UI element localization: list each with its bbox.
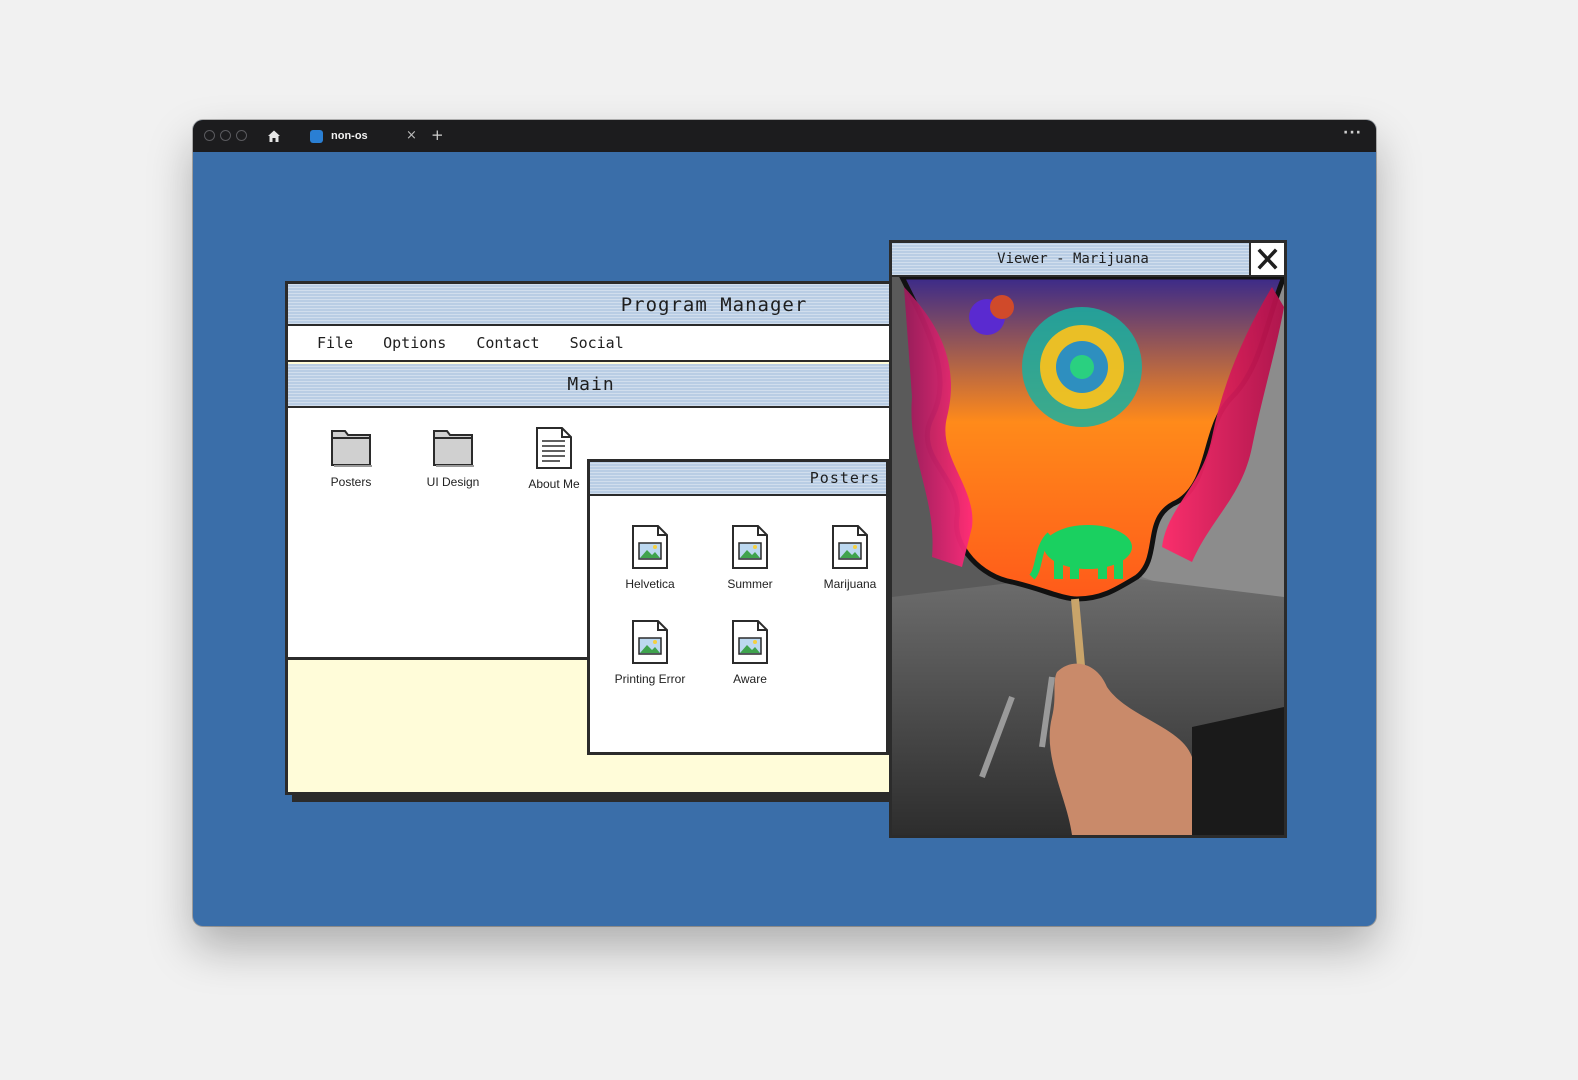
posters-window: Posters Helvetica Summer Marijuana Print… [587,459,889,755]
poster-image [892,277,1284,835]
posters-title[interactable]: Posters [590,462,886,496]
image-file-icon [732,525,768,569]
maximize-window-button[interactable] [236,130,247,141]
tab-title: non-os [331,130,368,142]
folder-icon [331,430,372,467]
item-label: Aware [733,672,767,686]
poster-printing-error[interactable]: Printing Error [602,619,698,686]
folder-icon [433,430,474,467]
viewer-close-button[interactable] [1249,243,1284,277]
window-controls [204,130,247,141]
program-manager-title[interactable]: Program Manager [288,284,894,326]
browser-tab-bar: non-os × + ··· [193,120,1376,152]
menu-contact[interactable]: Contact [476,334,539,352]
ui-design-folder[interactable]: UI Design [405,428,501,489]
home-icon[interactable] [267,129,281,143]
poster-aware[interactable]: Aware [702,619,798,686]
poster-summer[interactable]: Summer [702,524,798,591]
image-file-icon [832,525,868,569]
browser-window: non-os × + ··· Program Manager File Opti… [193,120,1376,926]
menu-options[interactable]: Options [383,334,446,352]
desktop: Program Manager File Options Contact Soc… [193,152,1376,926]
posters-folder[interactable]: Posters [303,428,399,489]
main-title[interactable]: Main [288,364,894,408]
item-label: Helvetica [625,577,675,591]
tab-close-button[interactable]: × [406,128,417,143]
close-icon [1257,248,1278,270]
viewer-title[interactable]: Viewer - Marijuana [892,243,1284,277]
more-menu-icon[interactable]: ··· [1343,125,1362,141]
image-file-icon [632,620,668,664]
document-icon [536,427,572,469]
browser-tab[interactable]: non-os × [296,124,423,150]
poster-marijuana[interactable]: Marijuana [802,524,898,591]
minimize-window-button[interactable] [220,130,231,141]
item-label: Summer [727,577,773,591]
item-label: Marijuana [823,577,877,591]
image-file-icon [632,525,668,569]
item-label: Printing Error [614,672,686,686]
item-label: Posters [330,475,372,489]
favicon-icon [310,130,323,143]
new-tab-button[interactable]: + [431,126,444,144]
item-label: UI Design [426,475,480,489]
menu-bar: File Options Contact Social [288,326,894,362]
image-file-icon [732,620,768,664]
viewer-window: Viewer - Marijuana [889,240,1287,838]
menu-file[interactable]: File [317,334,353,352]
menu-social[interactable]: Social [570,334,624,352]
poster-helvetica[interactable]: Helvetica [602,524,698,591]
close-window-button[interactable] [204,130,215,141]
poster-artwork [892,277,1284,835]
